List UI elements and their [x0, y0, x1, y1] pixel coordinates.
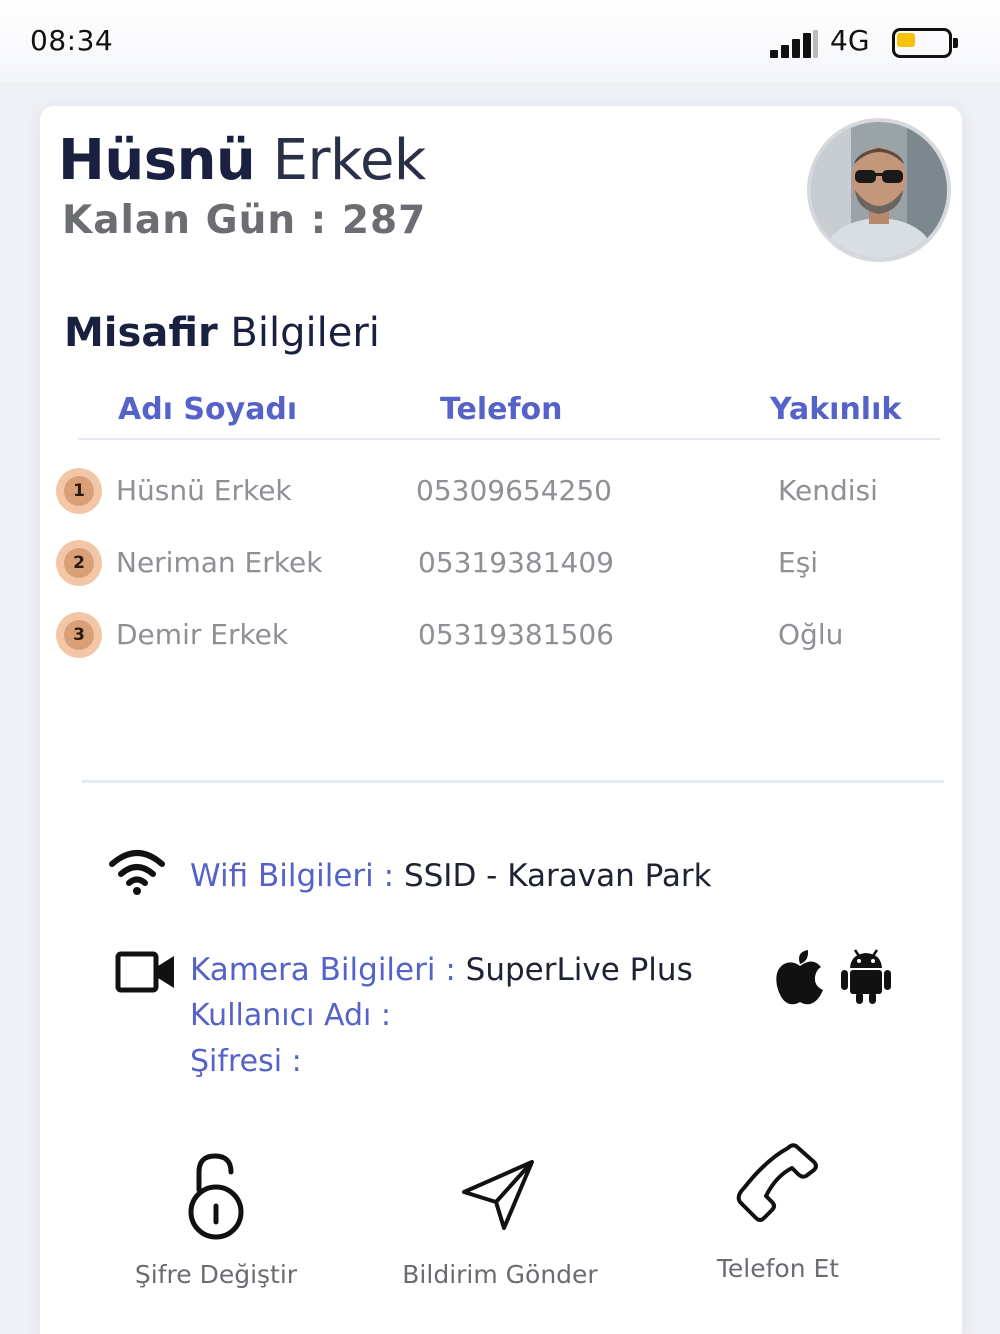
status-time: 08:34	[30, 24, 114, 57]
profile-first-name: Hüsnü	[58, 128, 256, 193]
table-row[interactable]: 1 Hüsnü Erkek 05309654250 Kendisi	[40, 468, 962, 518]
call-button[interactable]: Telefon Et	[658, 1132, 898, 1292]
camera-username-label: Kullanıcı Adı :	[190, 998, 391, 1033]
guest-name: Demir Erkek	[116, 618, 289, 651]
apple-icon[interactable]	[774, 948, 826, 1006]
column-header-relation: Yakınlık	[770, 392, 902, 427]
video-camera-icon	[115, 951, 174, 993]
guest-phone: 05309654250	[416, 474, 612, 507]
android-icon[interactable]	[840, 946, 892, 1006]
column-header-name: Adı Soyadı	[118, 392, 298, 427]
row-index-badge: 3	[56, 612, 102, 658]
guest-relation: Oğlu	[778, 618, 844, 651]
table-row[interactable]: 3 Demir Erkek 05319381506 Oğlu	[40, 612, 962, 662]
guest-relation: Eşi	[778, 546, 819, 579]
section-divider	[82, 780, 944, 783]
send-notification-label: Bildirim Gönder	[402, 1260, 598, 1289]
section-title: Misafir Bilgileri	[64, 310, 380, 356]
guest-card: Hüsnü Erkek Kalan Gün : 287 Misafir Bilg…	[40, 106, 962, 1334]
guest-phone: 05319381506	[418, 618, 614, 651]
guest-relation: Kendisi	[778, 474, 878, 507]
change-password-label: Şifre Değiştir	[134, 1260, 298, 1289]
unlock-icon	[188, 1153, 244, 1240]
camera-info: Kamera Bilgileri : SuperLive Plus	[190, 952, 693, 988]
guest-phone: 05319381409	[418, 546, 614, 579]
wifi-icon	[109, 850, 165, 895]
guest-name: Hüsnü Erkek	[116, 474, 292, 507]
phone-icon	[736, 1143, 818, 1222]
column-header-phone: Telefon	[440, 392, 563, 427]
row-index-badge: 1	[56, 468, 102, 514]
battery-icon	[892, 28, 960, 58]
status-bar: 08:34 4G	[0, 0, 1000, 82]
call-label: Telefon Et	[716, 1254, 840, 1283]
remaining-days: Kalan Gün : 287	[62, 198, 427, 243]
avatar[interactable]	[807, 118, 951, 262]
table-row[interactable]: 2 Neriman Erkek 05319381409 Eşi	[40, 540, 962, 590]
header-divider	[78, 438, 940, 440]
change-password-button[interactable]: Şifre Değiştir	[96, 1132, 336, 1292]
paper-plane-icon	[462, 1160, 534, 1230]
guest-name: Neriman Erkek	[116, 546, 323, 579]
profile-name: Hüsnü Erkek	[58, 128, 426, 193]
camera-password-label: Şifresi :	[190, 1044, 302, 1079]
network-type: 4G	[830, 24, 870, 57]
send-notification-button[interactable]: Bildirim Gönder	[380, 1132, 620, 1292]
signal-icon	[770, 28, 820, 58]
profile-last-name: Erkek	[272, 128, 427, 193]
row-index-badge: 2	[56, 540, 102, 586]
wifi-info: Wifi Bilgileri : SSID - Karavan Park	[190, 858, 712, 894]
